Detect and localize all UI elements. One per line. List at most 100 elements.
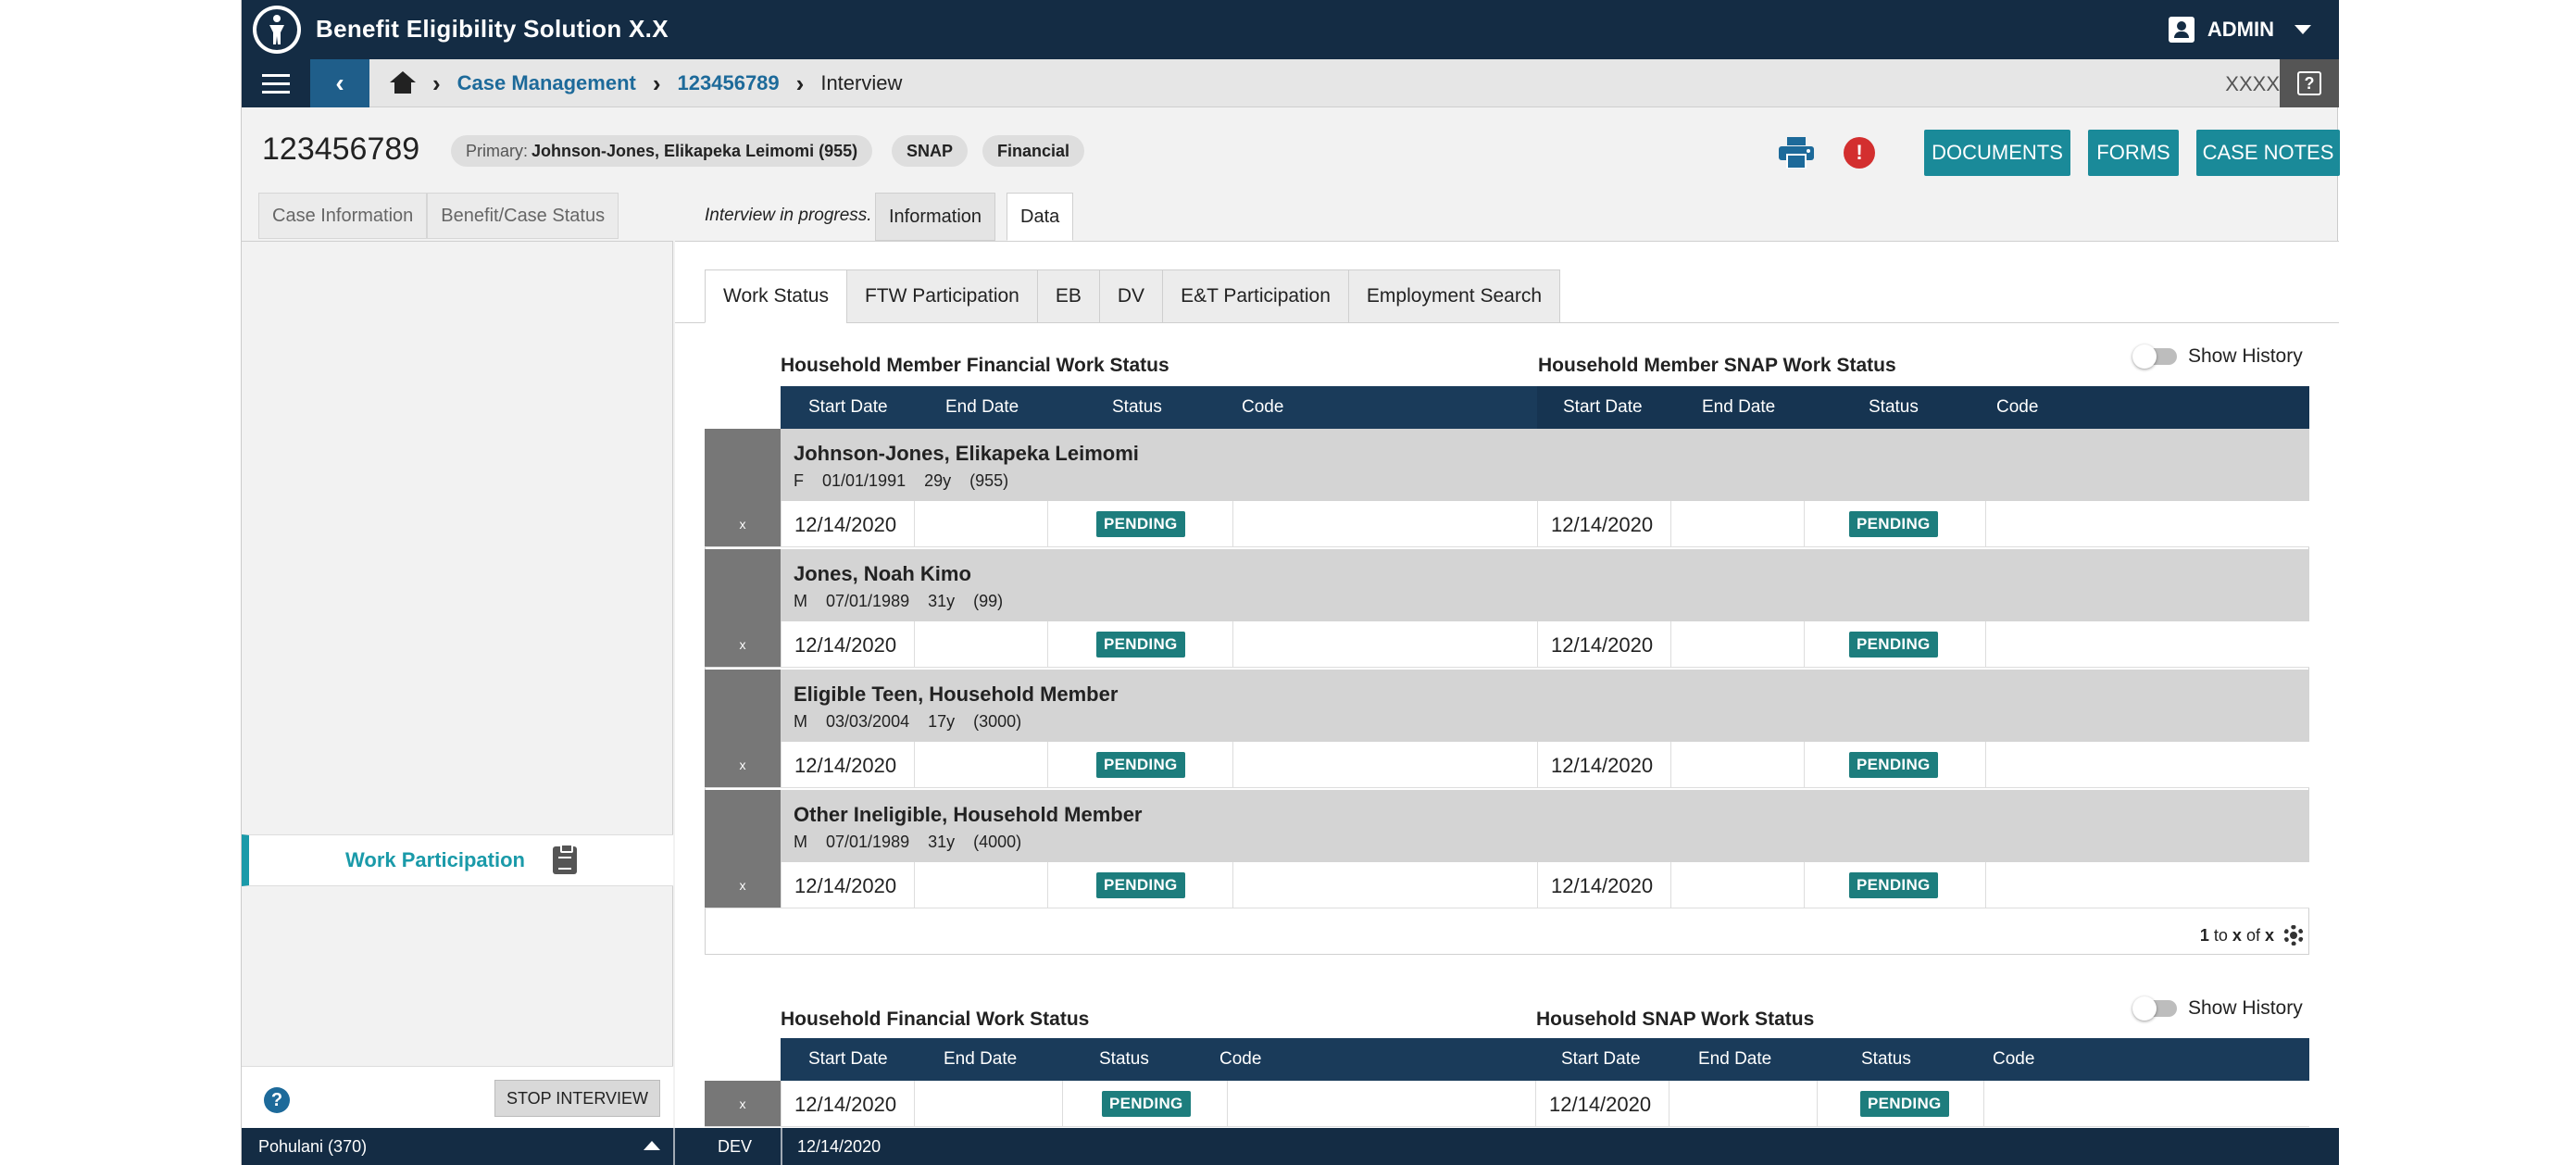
table-row[interactable]: x 12/14/2020 PENDING 12/14/2020 PENDING bbox=[705, 501, 2309, 547]
financial-code[interactable] bbox=[1232, 501, 1537, 546]
person-figure-icon bbox=[269, 15, 284, 44]
table-row[interactable]: x 12/14/2020 PENDING 12/14/2020 PENDING bbox=[705, 1081, 2309, 1127]
remove-row-button[interactable]: x bbox=[705, 862, 781, 908]
financial-end-date[interactable] bbox=[914, 501, 1047, 546]
nav-work-participation[interactable]: Work Participation bbox=[242, 834, 673, 886]
breadcrumb-case-id[interactable]: 123456789 bbox=[678, 71, 780, 95]
snap-end-date[interactable] bbox=[1670, 621, 1804, 667]
snap-end-date[interactable] bbox=[1670, 501, 1804, 546]
snap-code[interactable] bbox=[1985, 501, 2309, 546]
alert-icon[interactable]: ! bbox=[1844, 137, 1875, 169]
financial-code[interactable] bbox=[1232, 862, 1537, 908]
financial-end-date[interactable] bbox=[914, 1081, 1062, 1126]
documents-button[interactable]: DOCUMENTS bbox=[1924, 130, 2070, 176]
member-name: Johnson-Jones, Elikapeka Leimomi bbox=[794, 442, 1139, 465]
member-gender: M bbox=[794, 592, 807, 610]
household-snap-title: Household SNAP Work Status bbox=[1536, 1008, 1815, 1030]
forms-button[interactable]: FORMS bbox=[2088, 130, 2179, 176]
chevron-right-icon: › bbox=[432, 69, 441, 97]
col-end-date: End Date bbox=[945, 397, 1019, 417]
tab-employment-search[interactable]: Employment Search bbox=[1347, 269, 1561, 323]
financial-code[interactable] bbox=[1232, 621, 1537, 667]
account-icon bbox=[2168, 17, 2195, 43]
tab-work-status[interactable]: Work Status bbox=[705, 269, 847, 323]
member-gender: F bbox=[794, 471, 804, 490]
snap-code[interactable] bbox=[1983, 1081, 2309, 1126]
show-history-label: Show History bbox=[2188, 997, 2303, 1019]
financial-end-date[interactable] bbox=[914, 742, 1047, 787]
nav-work-participation-label: Work Participation bbox=[345, 848, 525, 871]
tab-case-information[interactable]: Case Information bbox=[258, 193, 428, 239]
case-notes-button[interactable]: CASE NOTES bbox=[2196, 130, 2340, 176]
chevron-left-icon: ‹ bbox=[335, 69, 344, 97]
top-bar: Benefit Eligibility Solution X.X ADMIN bbox=[242, 0, 2339, 59]
back-button[interactable]: ‹ bbox=[310, 59, 369, 107]
help-circle-icon[interactable]: ? bbox=[264, 1087, 290, 1113]
col-end-date: End Date bbox=[1702, 397, 1776, 417]
col-start-date: Start Date bbox=[808, 1049, 888, 1069]
toggle-switch[interactable] bbox=[2132, 344, 2177, 369]
col-end-date: End Date bbox=[944, 1049, 1018, 1069]
status-date: 12/14/2020 bbox=[797, 1137, 882, 1156]
left-panel-footer: ? STOP INTERVIEW bbox=[242, 1066, 673, 1129]
tab-data[interactable]: Data bbox=[1007, 193, 1074, 241]
help-button[interactable]: ? bbox=[2280, 59, 2339, 107]
household-show-history-toggle[interactable]: Show History bbox=[2132, 996, 2303, 1021]
table-row[interactable]: x 12/14/2020 PENDING 12/14/2020 PENDING bbox=[705, 862, 2309, 908]
home-icon[interactable] bbox=[390, 71, 416, 95]
member-financial-title: Household Member Financial Work Status bbox=[781, 355, 1169, 376]
hamburger-menu-button[interactable] bbox=[242, 59, 310, 107]
remove-row-button[interactable]: x bbox=[705, 621, 781, 667]
toggle-switch[interactable] bbox=[2132, 996, 2177, 1021]
table-row[interactable]: x 12/14/2020 PENDING 12/14/2020 PENDING bbox=[705, 742, 2309, 788]
user-menu[interactable]: ADMIN bbox=[2168, 17, 2311, 43]
snap-start-date: 12/14/2020 bbox=[1551, 633, 1654, 657]
tab-benefit-case-status[interactable]: Benefit/Case Status bbox=[427, 193, 619, 239]
chevron-right-icon: › bbox=[652, 69, 661, 97]
remove-row-button[interactable]: x bbox=[705, 1081, 781, 1126]
member-gender: M bbox=[794, 833, 807, 851]
primary-value: Johnson-Jones, Elikapeka Leimomi (955) bbox=[531, 141, 858, 160]
member-header-row: Eligible Teen, Household Member M 03/03/20… bbox=[705, 670, 2309, 742]
program-pill-snap: SNAP bbox=[892, 135, 969, 167]
member-dob: 07/01/1989 bbox=[826, 833, 910, 851]
remove-row-button[interactable]: x bbox=[705, 501, 781, 546]
snap-end-date[interactable] bbox=[1669, 1081, 1817, 1126]
col-start-date: Start Date bbox=[1563, 397, 1643, 417]
member-info: F 01/01/1991 29y (955) bbox=[794, 471, 1027, 491]
tab-et-participation[interactable]: E&T Participation bbox=[1162, 269, 1349, 323]
snap-start-date: 12/14/2020 bbox=[1551, 513, 1654, 536]
financial-code[interactable] bbox=[1227, 1081, 1537, 1126]
grid-header: Start Date End Date Status Code Start Da… bbox=[781, 386, 2309, 429]
financial-start-date: 12/14/2020 bbox=[794, 754, 897, 777]
col-status: Status bbox=[1112, 397, 1162, 417]
col-code: Code bbox=[1993, 1049, 2035, 1069]
remove-row-button[interactable]: x bbox=[705, 742, 781, 787]
snap-code[interactable] bbox=[1985, 621, 2309, 667]
gear-icon[interactable] bbox=[2283, 925, 2304, 946]
table-row[interactable]: x 12/14/2020 PENDING 12/14/2020 PENDING bbox=[705, 621, 2309, 668]
household-financial-title: Household Financial Work Status bbox=[781, 1008, 1090, 1030]
tab-dv[interactable]: DV bbox=[1098, 269, 1164, 323]
tab-eb[interactable]: EB bbox=[1036, 269, 1100, 323]
show-history-toggle[interactable]: Show History bbox=[2132, 344, 2303, 369]
chevron-up-icon[interactable] bbox=[644, 1141, 660, 1150]
show-history-label: Show History bbox=[2188, 345, 2303, 367]
snap-end-date[interactable] bbox=[1670, 742, 1804, 787]
print-icon[interactable] bbox=[1779, 137, 1814, 169]
snap-code[interactable] bbox=[1985, 862, 2309, 908]
status-badge: PENDING bbox=[1849, 632, 1938, 658]
tab-ftw-participation[interactable]: FTW Participation bbox=[845, 269, 1038, 323]
financial-end-date[interactable] bbox=[914, 862, 1047, 908]
snap-end-date[interactable] bbox=[1670, 862, 1804, 908]
breadcrumb-case-management[interactable]: Case Management bbox=[457, 71, 636, 95]
financial-end-date[interactable] bbox=[914, 621, 1047, 667]
member-header-row: Johnson-Jones, Elikapeka Leimomi F 01/01/1… bbox=[705, 429, 2309, 501]
snap-code[interactable] bbox=[1985, 742, 2309, 787]
tab-information[interactable]: Information bbox=[875, 193, 996, 241]
status-badge: PENDING bbox=[1096, 632, 1185, 658]
financial-code[interactable] bbox=[1232, 742, 1537, 787]
status-badge: PENDING bbox=[1096, 511, 1185, 537]
stop-interview-button[interactable]: STOP INTERVIEW bbox=[494, 1080, 660, 1117]
member-info: M 07/01/1989 31y (4000) bbox=[794, 833, 1040, 852]
